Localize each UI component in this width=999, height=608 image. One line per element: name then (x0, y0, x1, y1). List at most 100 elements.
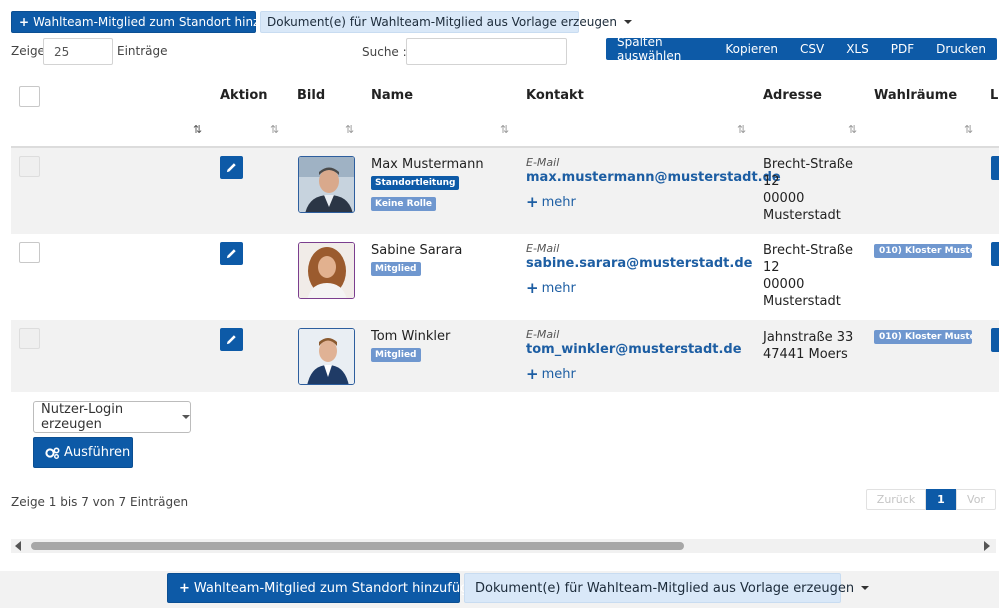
email-label: E-Mail (526, 242, 560, 255)
pagination-next-label: Vor (967, 493, 985, 506)
caret-down-icon (861, 586, 870, 590)
sort-icon-image[interactable]: ⇅ (345, 123, 354, 136)
column-action[interactable]: Aktion (220, 88, 268, 103)
address-line: 00000 (763, 277, 805, 292)
more-label: mehr (541, 280, 576, 296)
copy-button[interactable]: Kopieren (714, 38, 789, 60)
address-line: Brecht-Straße (763, 243, 853, 258)
row-checkbox[interactable] (19, 156, 40, 177)
pdf-button[interactable]: PDF (880, 38, 925, 60)
email-link[interactable]: tom_winkler@musterstadt.de (526, 342, 742, 357)
columns-button[interactable]: Spalten auswählen (606, 35, 714, 63)
role-badge: Mitglied (371, 348, 421, 362)
column-address[interactable]: Adresse (763, 88, 822, 103)
column-name[interactable]: Name (371, 88, 413, 103)
sort-icon-action[interactable]: ⇅ (270, 123, 279, 136)
address-line: 00000 (763, 191, 805, 206)
add-member-button-bottom[interactable]: + Wahlteam-Mitglied zum Standort hinzufü… (167, 573, 485, 603)
member-name: Max Mustermann (371, 157, 484, 172)
email-label: E-Mail (526, 156, 560, 169)
length-value: 25 (54, 44, 70, 59)
sort-icon-rooms[interactable]: ⇅ (964, 123, 973, 136)
edit-button[interactable] (220, 328, 243, 351)
gears-icon (45, 446, 60, 459)
plus-icon: + (179, 580, 190, 596)
length-suffix: Einträge (117, 44, 168, 58)
column-rooms[interactable]: Wahlräume (874, 88, 957, 103)
address: Brecht-Straße 12 00000 Musterstadt (763, 156, 853, 224)
pagination-page[interactable]: 1 (926, 489, 956, 510)
bulk-action-select[interactable]: Nutzer-Login erzeugen (33, 401, 191, 433)
address-line: 12 (763, 174, 780, 189)
row-checkbox[interactable] (19, 242, 40, 263)
email-label: E-Mail (526, 328, 560, 341)
scrollbar-thumb[interactable] (31, 542, 684, 550)
row-action-button[interactable] (991, 328, 999, 352)
address-line: 12 (763, 260, 780, 275)
column-cut[interactable]: L (990, 88, 998, 103)
row-checkbox[interactable] (19, 328, 40, 349)
address: Jahnstraße 33 47441 Moers (763, 329, 853, 363)
pagination-next[interactable]: Vor (956, 489, 996, 510)
table-info: Zeige 1 bis 7 von 7 Einträgen (11, 495, 189, 509)
avatar (298, 328, 355, 385)
plus-icon: + (526, 193, 539, 211)
pagination-prev[interactable]: Zurück (866, 489, 926, 510)
create-docs-label: Dokument(e) für Wahlteam-Mitglied aus Vo… (475, 580, 855, 596)
row-action-button[interactable] (991, 156, 999, 180)
address-line: Musterstadt (763, 208, 841, 223)
search-input[interactable] (406, 38, 567, 65)
column-contact[interactable]: Kontakt (526, 88, 584, 103)
member-name: Sabine Sarara (371, 243, 463, 258)
edit-button[interactable] (220, 242, 243, 265)
print-button[interactable]: Drucken (925, 38, 997, 60)
pencil-icon (226, 335, 236, 345)
email-link[interactable]: sabine.sarara@musterstadt.de (526, 256, 752, 271)
sort-icon-address[interactable]: ⇅ (848, 123, 857, 136)
address-line: Musterstadt (763, 294, 841, 309)
member-name: Tom Winkler (371, 329, 451, 344)
address: Brecht-Straße 12 00000 Musterstadt (763, 242, 853, 310)
plus-icon: + (526, 279, 539, 297)
sort-icon-select[interactable]: ⇅ (193, 123, 202, 136)
caret-down-icon (182, 415, 190, 419)
edit-button[interactable] (220, 156, 243, 179)
add-member-button[interactable]: + Wahlteam-Mitglied zum Standort hinzufü… (11, 11, 301, 33)
role-badge: Keine Rolle (371, 197, 437, 211)
scroll-right-icon[interactable] (984, 541, 990, 551)
csv-button[interactable]: CSV (789, 38, 835, 60)
address-line: Jahnstraße 33 (763, 330, 854, 345)
role-badge: Mitglied (371, 262, 421, 276)
more-link[interactable]: + mehr (526, 365, 576, 383)
execute-button[interactable]: Ausführen (33, 437, 133, 468)
pencil-icon (226, 249, 236, 259)
plus-icon: + (526, 365, 539, 383)
scroll-left-icon[interactable] (15, 541, 21, 551)
export-toolbar: Spalten auswählen Kopieren CSV XLS PDF D… (606, 35, 997, 63)
xls-button[interactable]: XLS (835, 38, 880, 60)
create-docs-label: Dokument(e) für Wahlteam-Mitglied aus Vo… (267, 15, 617, 29)
create-docs-dropdown[interactable]: Dokument(e) für Wahlteam-Mitglied aus Vo… (260, 11, 632, 33)
length-input[interactable]: 25 (43, 38, 113, 65)
column-image[interactable]: Bild (297, 88, 325, 103)
select-all-checkbox[interactable] (19, 86, 40, 107)
search-label: Suche : (362, 45, 407, 59)
caret-down-icon (623, 20, 632, 24)
create-docs-dropdown-bottom[interactable]: Dokument(e) für Wahlteam-Mitglied aus Vo… (464, 573, 870, 603)
sort-icon-name[interactable]: ⇅ (500, 123, 509, 136)
role-badge: Standortleitung (371, 176, 460, 190)
row-action-button[interactable] (991, 242, 999, 266)
sort-icon-contact[interactable]: ⇅ (737, 123, 746, 136)
add-member-label: Wahlteam-Mitglied zum Standort hinzufüge… (193, 580, 485, 596)
address-line: 47441 Moers (763, 347, 848, 362)
more-link[interactable]: + mehr (526, 279, 576, 297)
more-link[interactable]: + mehr (526, 193, 576, 211)
room-badge: 010) Kloster Muster (874, 330, 972, 344)
email-link[interactable]: max.mustermann@musterstadt.de (526, 170, 781, 185)
avatar (298, 156, 355, 213)
plus-icon: + (19, 15, 30, 29)
execute-label: Ausführen (64, 445, 131, 460)
pencil-icon (226, 163, 236, 173)
more-label: mehr (541, 366, 576, 382)
avatar (298, 242, 355, 299)
